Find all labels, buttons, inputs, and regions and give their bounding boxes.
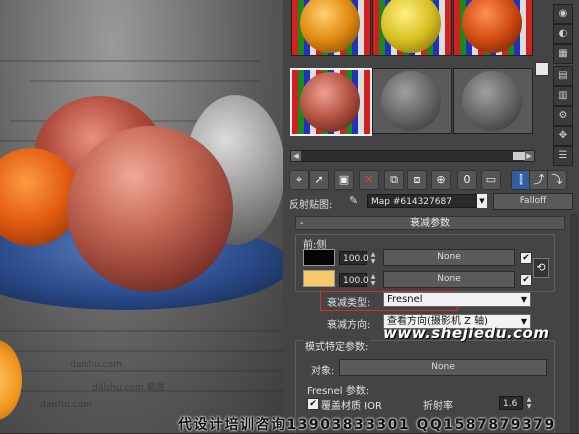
backlight-icon[interactable]: ◐ <box>553 24 573 44</box>
newspaper-text: daishu.com <box>40 400 92 410</box>
falloff-type-dropdown[interactable]: Fresnel ▼ <box>383 292 531 307</box>
material-sphere-orange <box>300 0 360 53</box>
rollout-title-text: 衰减参数 <box>410 218 450 229</box>
material-slot-2[interactable] <box>372 0 452 56</box>
reset-map-icon[interactable]: ✕ <box>359 170 379 190</box>
material-id-channel-icon[interactable]: 0 <box>457 170 477 190</box>
options-icon[interactable]: ⚙ <box>553 106 573 126</box>
show-end-result-icon[interactable]: ⫿ <box>511 170 531 190</box>
material-sphere-lemon <box>381 0 441 53</box>
front-amount-field[interactable]: 100.0 <box>339 251 369 265</box>
assign-material-icon[interactable]: ▣ <box>334 170 354 190</box>
falloff-type-label: 衰减类型: <box>327 298 371 309</box>
material-slot-3[interactable] <box>453 0 533 56</box>
front-amount-spinner-icon[interactable]: ▲ ▼ <box>369 251 377 266</box>
copy-material-icon[interactable]: ⧉ <box>384 170 404 190</box>
pick-material-icon[interactable]: ✎ <box>349 194 358 207</box>
material-map-navigator-icon[interactable]: ☰ <box>553 146 573 166</box>
material-sphere-grey <box>381 71 441 131</box>
newspaper-line <box>30 80 260 82</box>
sample-uv-tiling-icon[interactable] <box>535 62 549 76</box>
scroll-left-arrow-icon[interactable]: ◀ <box>291 151 301 161</box>
material-editor-panel: ◀ ▶ ◉ ◐ ▦ ▤ ▥ ⚙ ✥ ☰ ⌖ ➚ ▣ ✕ ⧉ ⧈ ⊕ 0 ▭ ⫿ … <box>283 0 579 433</box>
make-preview-icon[interactable]: ▥ <box>553 86 573 106</box>
fresnel-params-label: Fresnel 参数: <box>307 386 370 397</box>
put-to-library-icon[interactable]: ⊕ <box>431 170 451 190</box>
watermark-contact: 代设计培训咨询13903833301 QQ1587879379 <box>178 417 556 433</box>
rollout-scrollbar[interactable] <box>570 214 578 433</box>
map-name-field[interactable]: Map #614327687 <box>367 194 487 208</box>
side-color-swatch[interactable] <box>303 270 335 287</box>
slots-scrollbar[interactable]: ◀ ▶ <box>290 150 535 162</box>
map-type-button[interactable]: Falloff <box>493 193 573 210</box>
orange-slice <box>0 340 22 420</box>
chevron-down-icon: ▼ <box>520 295 527 304</box>
newspaper-line <box>0 370 283 372</box>
material-slot-5[interactable] <box>372 68 452 134</box>
ior-field[interactable]: 1.6 <box>499 396 523 410</box>
background-checker-icon[interactable]: ▦ <box>553 44 573 64</box>
material-slot-4-selected[interactable] <box>290 68 372 136</box>
show-map-in-viewport-icon[interactable]: ▭ <box>481 170 501 190</box>
newspaper-line <box>0 60 260 62</box>
override-ior-label: 覆盖材质 IOR <box>321 401 382 412</box>
front-map-enable-checkbox[interactable]: ✔ <box>520 252 532 264</box>
front-color-swatch[interactable] <box>303 249 335 266</box>
map-name-dropdown-arrow-icon[interactable]: ▼ <box>477 194 487 208</box>
material-slot-6[interactable] <box>453 68 533 134</box>
side-amount-spinner-icon[interactable]: ▲ ▼ <box>369 273 377 288</box>
render-viewport[interactable]: daishu.com daishu.com 截图 daishu.com <box>0 0 283 433</box>
material-sphere-grey <box>462 71 522 131</box>
scroll-right-arrow-icon[interactable]: ▶ <box>524 151 534 161</box>
falloff-type-value: Fresnel <box>387 294 423 305</box>
side-map-button[interactable]: None <box>383 271 515 288</box>
falloff-params-rollout-title[interactable]: - 衰减参数 <box>295 216 565 230</box>
material-slot-1[interactable] <box>291 0 371 56</box>
go-forward-sibling-icon[interactable]: ⤵ <box>547 170 567 190</box>
reflection-map-label: 反射贴图: <box>289 200 333 211</box>
swap-colors-icon[interactable]: ⟲ <box>533 258 549 278</box>
get-material-icon[interactable]: ⌖ <box>289 170 309 190</box>
apple-front <box>67 126 233 292</box>
side-map-enable-checkbox[interactable]: ✔ <box>520 274 532 286</box>
scroll-thumb[interactable] <box>513 152 525 160</box>
newspaper-line <box>0 350 283 352</box>
newspaper-text: daishu.com 截图 <box>92 383 165 393</box>
sample-type-icon[interactable]: ◉ <box>553 4 573 24</box>
ior-label: 折射率 <box>423 401 453 412</box>
material-sphere-orange-peel <box>462 0 522 53</box>
front-map-button[interactable]: None <box>383 249 515 266</box>
put-material-icon[interactable]: ➚ <box>309 170 329 190</box>
material-sphere-apple <box>300 72 360 132</box>
side-amount-field[interactable]: 100.0 <box>339 273 369 287</box>
select-by-material-icon[interactable]: ✥ <box>553 126 573 146</box>
watermark-url: www.shejiedu.com <box>383 324 550 342</box>
rollout-collapse-icon[interactable]: - <box>300 217 304 230</box>
object-label: 对象: <box>311 366 335 377</box>
newspaper-line <box>0 330 283 332</box>
object-pick-button[interactable]: None <box>339 359 547 376</box>
mode-specific-label: 模式特定参数: <box>303 338 371 353</box>
newspaper-text: daishu.com <box>70 360 122 370</box>
falloff-direction-label: 衰减方向: <box>327 320 371 331</box>
override-ior-checkbox[interactable]: ✔ <box>307 398 319 410</box>
ior-spinner-icon[interactable]: ▲ ▼ <box>525 396 533 411</box>
video-color-check-icon[interactable]: ▤ <box>553 66 573 86</box>
make-unique-icon[interactable]: ⧈ <box>407 170 427 190</box>
go-to-parent-icon[interactable]: ⤴ <box>529 170 549 190</box>
